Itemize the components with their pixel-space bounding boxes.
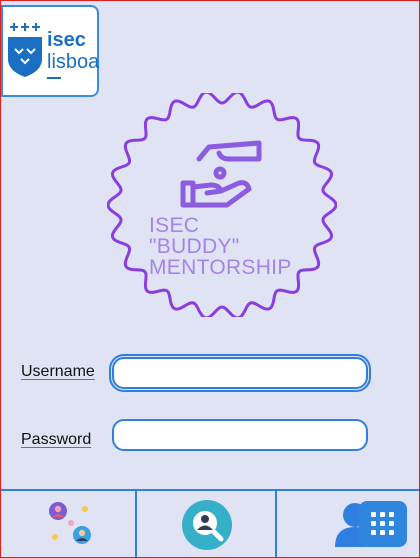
app-screen: isec lisboa ISEC "BUDDY" MENTORSHIP User… [0, 0, 420, 558]
logo-underline [47, 77, 61, 79]
search-user-icon [182, 500, 232, 550]
logo-isec-text: isec [47, 29, 86, 51]
isec-logo: isec lisboa [1, 5, 99, 97]
password-input[interactable] [112, 419, 368, 451]
nav-item-search[interactable] [135, 491, 275, 557]
username-input[interactable] [109, 354, 371, 392]
grid-icon [371, 512, 394, 535]
buddy-mentorship-emblem [107, 93, 337, 317]
nav-item-network[interactable] [1, 491, 135, 557]
emblem-line-buddy: "BUDDY" [149, 235, 240, 258]
isec-shield-icon [8, 23, 42, 77]
password-label: Password [21, 431, 92, 448]
emblem-line-mentorship: MENTORSHIP [149, 256, 292, 279]
username-label: Username [21, 363, 95, 380]
apps-grid-button[interactable] [359, 501, 407, 547]
emblem-line-isec: ISEC [149, 214, 200, 237]
people-network-icon [49, 502, 91, 544]
bottom-nav [1, 489, 419, 557]
emblem-title: ISEC "BUDDY" MENTORSHIP [149, 215, 292, 278]
hand-giving-icon [180, 140, 262, 208]
logo-lisboa-text: lisboa [47, 51, 100, 73]
